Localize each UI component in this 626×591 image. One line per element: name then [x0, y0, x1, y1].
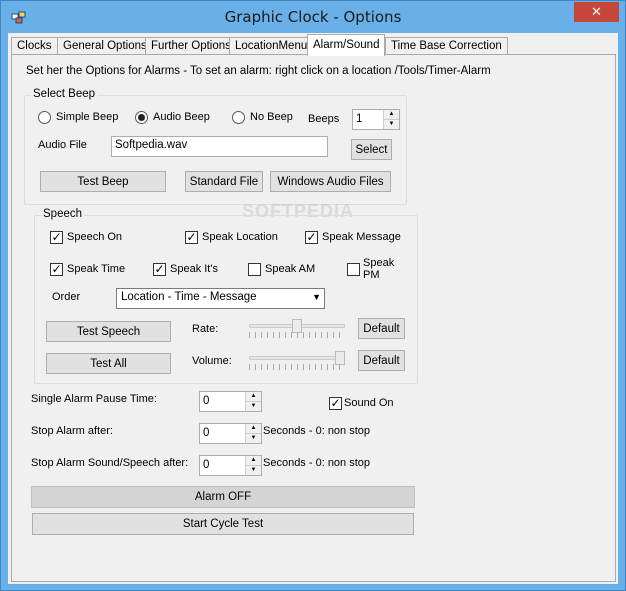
- test-speech-button[interactable]: Test Speech: [46, 321, 171, 342]
- test-all-button[interactable]: Test All: [46, 353, 171, 374]
- pause-time-label: Single Alarm Pause Time:: [31, 393, 157, 405]
- spin-down-icon[interactable]: ▼: [246, 466, 261, 475]
- speak-time-checkbox[interactable]: ✓: [50, 263, 63, 276]
- sound-on-checkbox[interactable]: ✓: [329, 397, 342, 410]
- speak-message-label: Speak Message: [322, 231, 401, 243]
- speak-location-checkbox[interactable]: ✓: [185, 231, 198, 244]
- client-area: Clocks General Options Further Options L…: [8, 33, 618, 584]
- speak-its-checkbox[interactable]: ✓: [153, 263, 166, 276]
- select-beep-title: Select Beep: [31, 88, 98, 100]
- speak-pm-line1: Speak: [363, 257, 395, 269]
- sound-on-label: Sound On: [344, 397, 394, 409]
- select-audio-button[interactable]: Select: [351, 139, 392, 160]
- speech-on-label: Speech On: [67, 231, 123, 243]
- options-window: Graphic Clock - Options ✕ Clocks General…: [0, 0, 626, 591]
- speech-title: Speech: [41, 208, 85, 220]
- simple-beep-radio[interactable]: [38, 111, 51, 124]
- stop-sound-value: 0: [203, 459, 210, 471]
- close-button[interactable]: ✕: [574, 2, 619, 22]
- alarm-sound-tab-page: Set her the Options for Alarms - To set …: [11, 54, 616, 582]
- spin-up-icon[interactable]: ▲: [384, 110, 399, 120]
- stop-sound-hint: Seconds - 0: non stop: [263, 457, 371, 469]
- audio-beep-label: Audio Beep: [153, 111, 210, 123]
- volume-label: Volume:: [192, 355, 232, 367]
- beeps-label: Beeps: [308, 113, 340, 125]
- spin-down-icon[interactable]: ▼: [384, 120, 399, 129]
- audio-file-field[interactable]: Softpedia.wav: [111, 136, 328, 157]
- speak-its-label: Speak It's: [170, 263, 218, 275]
- close-icon: ✕: [591, 4, 602, 19]
- test-beep-button[interactable]: Test Beep: [40, 171, 166, 192]
- speech-group: Speech ✓ Speech On ✓ Speak Location ✓ Sp…: [34, 208, 418, 384]
- tab-clocks[interactable]: Clocks: [11, 37, 58, 55]
- tab-location-menu[interactable]: LocationMenu: [229, 37, 314, 55]
- speak-message-checkbox[interactable]: ✓: [305, 231, 318, 244]
- spin-up-icon[interactable]: ▲: [246, 392, 261, 402]
- info-text: Set her the Options for Alarms - To set …: [26, 65, 491, 77]
- speak-location-label: Speak Location: [202, 231, 278, 243]
- tab-general-options[interactable]: General Options: [57, 37, 153, 55]
- tab-alarm-sound[interactable]: Alarm/Sound: [307, 34, 386, 56]
- simple-beep-label: Simple Beep: [56, 111, 119, 123]
- stop-alarm-value: 0: [203, 427, 210, 439]
- speech-on-checkbox[interactable]: ✓: [50, 231, 63, 244]
- speak-pm-label: Speak PM: [363, 257, 394, 281]
- pause-time-stepper[interactable]: 0 ▲ ▼: [199, 391, 262, 412]
- pause-time-value: 0: [203, 395, 210, 407]
- windows-audio-files-button[interactable]: Windows Audio Files: [270, 171, 391, 192]
- no-beep-label: No Beep: [250, 111, 293, 123]
- stop-sound-label: Stop Alarm Sound/Speech after:: [31, 457, 189, 469]
- no-beep-radio[interactable]: [232, 111, 245, 124]
- rate-slider-thumb[interactable]: [292, 319, 302, 333]
- rate-default-button[interactable]: Default: [358, 318, 405, 339]
- audio-beep-radio[interactable]: [135, 111, 148, 124]
- beeps-stepper[interactable]: 1 ▲ ▼: [352, 109, 400, 130]
- order-select[interactable]: Location - Time - Message ▼: [116, 288, 325, 309]
- stop-sound-stepper[interactable]: 0 ▲ ▼: [199, 455, 262, 476]
- speak-time-label: Speak Time: [67, 263, 126, 275]
- spin-up-icon[interactable]: ▲: [246, 424, 261, 434]
- speak-am-checkbox[interactable]: [248, 263, 261, 276]
- speak-pm-checkbox[interactable]: [347, 263, 360, 276]
- order-label: Order: [52, 291, 81, 303]
- spin-up-icon[interactable]: ▲: [246, 456, 261, 466]
- spin-down-icon[interactable]: ▼: [246, 402, 261, 411]
- speak-am-label: Speak AM: [265, 263, 316, 275]
- audio-file-label: Audio File: [38, 139, 87, 151]
- volume-slider-track[interactable]: [249, 356, 345, 360]
- stop-alarm-label: Stop Alarm after:: [31, 425, 113, 437]
- title-bar[interactable]: Graphic Clock - Options ✕: [1, 1, 625, 33]
- window-title: Graphic Clock - Options: [224, 8, 402, 26]
- volume-slider-thumb[interactable]: [335, 351, 345, 365]
- order-value: Location - Time - Message: [121, 291, 257, 303]
- volume-default-button[interactable]: Default: [358, 350, 405, 371]
- select-beep-group: Select Beep Simple Beep Audio Beep No Be…: [24, 88, 407, 205]
- volume-slider-ticks: [249, 364, 345, 370]
- alarm-off-button[interactable]: Alarm OFF: [31, 486, 415, 508]
- stop-alarm-stepper[interactable]: 0 ▲ ▼: [199, 423, 262, 444]
- start-cycle-test-button[interactable]: Start Cycle Test: [32, 513, 414, 535]
- tab-time-base-correction[interactable]: Time Base Correction: [385, 37, 508, 55]
- spin-down-icon[interactable]: ▼: [246, 434, 261, 443]
- chevron-down-icon: ▼: [312, 292, 321, 302]
- rate-label: Rate:: [192, 323, 219, 335]
- tab-further-options[interactable]: Further Options: [145, 37, 237, 55]
- speak-pm-line2: PM: [363, 269, 380, 281]
- standard-file-button[interactable]: Standard File: [185, 171, 263, 192]
- beeps-value: 1: [356, 113, 363, 125]
- stop-alarm-hint: Seconds - 0: non stop: [263, 425, 371, 437]
